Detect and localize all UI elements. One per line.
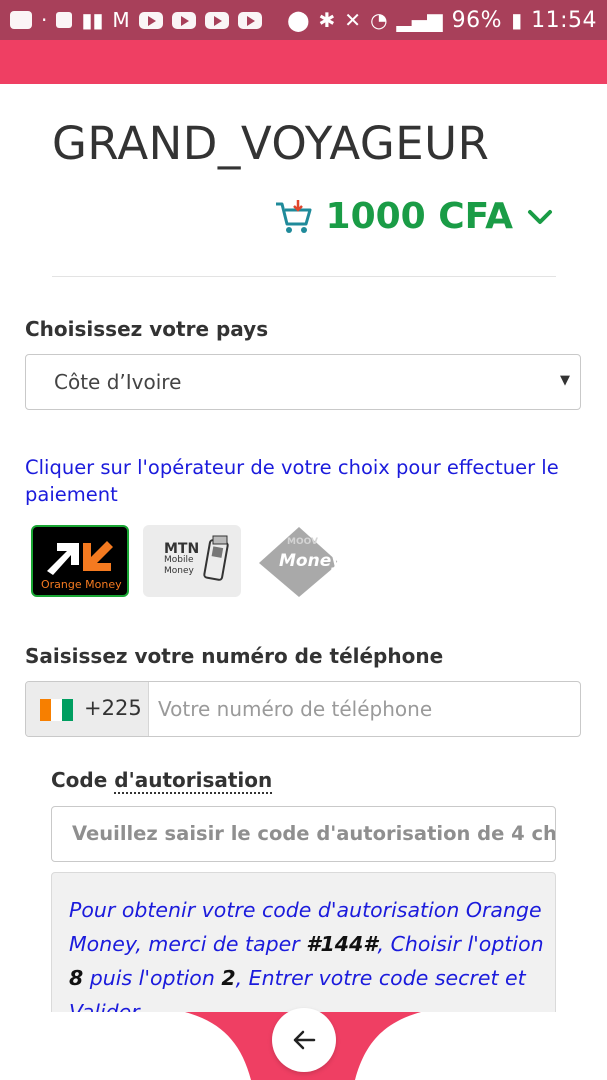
ussd-code: #144# xyxy=(306,932,378,956)
chat-icon xyxy=(10,11,32,29)
moov-money-button[interactable]: MOOV Money xyxy=(257,525,355,597)
image-icon xyxy=(56,12,73,28)
auth-code-placeholder: Veuillez saisir le code d'autorisation d… xyxy=(72,822,556,845)
youtube-icon xyxy=(204,11,229,29)
phone-input[interactable]: Votre numéro de téléphone xyxy=(158,697,432,721)
orange-money-button[interactable]: Orange Money xyxy=(31,525,129,597)
youtube-icon xyxy=(171,11,196,29)
header-divider xyxy=(52,276,556,277)
mute-icon: ✕ xyxy=(344,8,362,32)
mtn-line-2: Mobile xyxy=(164,555,194,565)
instructions-part-3: puis l'option xyxy=(83,966,222,990)
moov-line-1: MOOV xyxy=(287,537,318,547)
status-bar: · ▮▮ M ⬤ ✱ ✕ ◔ ▂▄▆ 96% ▮ 11:54 xyxy=(0,0,607,40)
instructions-text: Pour obtenir votre code d'autorisation O… xyxy=(69,893,547,1021)
signal-icon: ▂▄▆ xyxy=(396,8,443,32)
wifi-icon: ◔ xyxy=(370,8,388,32)
instructions-part-2: , Choisir l'option xyxy=(377,932,544,956)
youtube-icon xyxy=(138,11,163,29)
country-selected-value: Côte d’Ivoire xyxy=(54,370,182,394)
auth-code-label: Code d'autorisation xyxy=(51,768,273,794)
auth-code-instructions: Pour obtenir votre code d'autorisation O… xyxy=(51,872,556,1022)
equalizer-icon: ▮▮ xyxy=(81,8,104,32)
bluetooth-icon: ✱ xyxy=(318,8,336,32)
shopping-cart-icon xyxy=(275,199,312,233)
mtn-line-1: MTN xyxy=(164,541,200,557)
mtn-logo-text: MTN Mobile Money xyxy=(164,541,200,577)
operator-instruction: Cliquer sur l'opérateur de votre choix p… xyxy=(25,456,559,506)
mobile-phone-icon xyxy=(203,535,229,581)
country-code-prefix[interactable]: +225 xyxy=(26,682,149,736)
app-bar xyxy=(0,40,607,84)
location-icon: ⬤ xyxy=(287,8,310,32)
mtn-mobile-money-button[interactable]: MTN Mobile Money xyxy=(143,525,241,597)
mtn-line-3: Money xyxy=(164,566,194,576)
mail-icon: M xyxy=(112,8,130,32)
dropdown-arrow-icon: ▼ xyxy=(560,373,570,388)
dot-icon: · xyxy=(41,8,48,32)
auth-code-label-prefix: Code xyxy=(51,768,115,792)
youtube-icon xyxy=(237,11,262,29)
cart-amount: 1000 CFA xyxy=(325,196,513,237)
battery-percent: 96% xyxy=(451,7,503,33)
moov-line-2: Money xyxy=(279,551,343,571)
merchant-title: GRAND_VOYAGEUR xyxy=(52,117,490,170)
country-select[interactable]: Côte d’Ivoire ▼ xyxy=(25,354,581,410)
cart-summary[interactable]: 1000 CFA xyxy=(274,196,555,237)
ivory-coast-flag-icon xyxy=(40,699,73,721)
auth-code-label-term: d'autorisation xyxy=(114,768,273,794)
clock: 11:54 xyxy=(531,7,597,33)
notification-icons: · ▮▮ M xyxy=(10,8,262,32)
chevron-down-icon[interactable] xyxy=(525,202,555,232)
orange-money-label: Orange Money xyxy=(41,578,122,591)
phone-label: Saisissez votre numéro de téléphone xyxy=(25,644,444,668)
option-two: 2 xyxy=(221,966,236,990)
auth-code-input[interactable]: Veuillez saisir le code d'autorisation d… xyxy=(51,806,556,862)
battery-icon: ▮ xyxy=(511,8,523,32)
phone-input-group: +225 Votre numéro de téléphone xyxy=(25,681,581,737)
country-label: Choisissez votre pays xyxy=(25,317,269,341)
arrow-left-icon xyxy=(293,1030,316,1050)
back-button[interactable] xyxy=(272,1008,336,1072)
dial-code: +225 xyxy=(84,696,142,720)
option-one: 8 xyxy=(69,966,84,990)
system-icons: ⬤ ✱ ✕ ◔ ▂▄▆ 96% ▮ 11:54 xyxy=(287,8,597,33)
